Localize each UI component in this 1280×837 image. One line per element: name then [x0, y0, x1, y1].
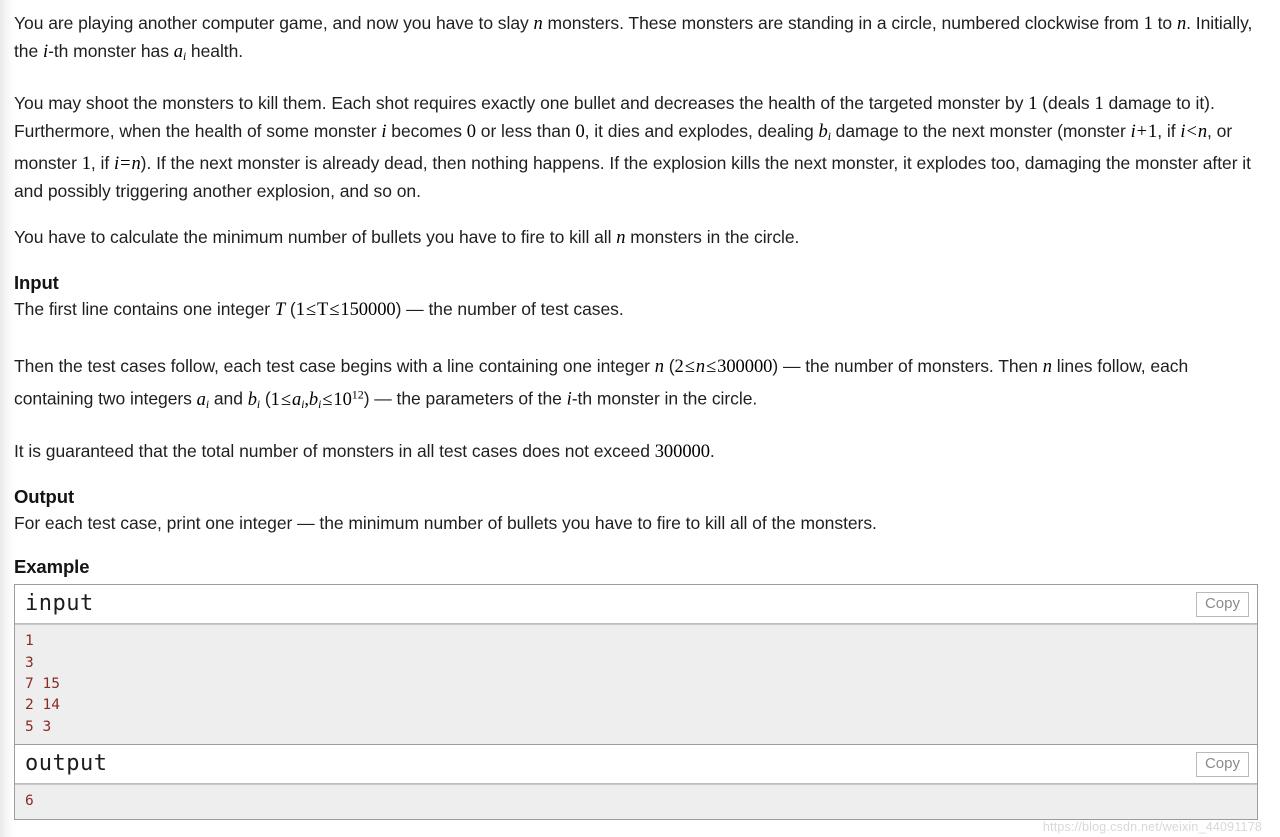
sample-input-header: input Copy	[15, 585, 1257, 625]
math-ab-range: 1≤ai,bi≤1012	[270, 386, 364, 411]
math-i: i	[566, 389, 572, 410]
math-n: n	[654, 357, 664, 378]
statement-paragraph-2: You may shoot the monsters to kill them.…	[14, 93, 1251, 201]
math-1: 1	[1028, 94, 1038, 115]
input-paragraph-3: It is guaranteed that the total number o…	[14, 441, 715, 463]
statement-paragraph-3: You have to calculate the minimum number…	[14, 227, 800, 249]
math-i-lt-n: i<n	[1180, 121, 1208, 142]
copy-output-button[interactable]: Copy	[1195, 752, 1249, 778]
math-i-eq-n: i=n	[113, 154, 141, 175]
sample-input-title: input	[25, 591, 94, 617]
sample-input-box: input Copy 1 3 7 15 2 14 5 3	[14, 584, 1258, 745]
math-1: 1	[81, 154, 91, 175]
sample-output-content: 6	[15, 784, 1257, 819]
csdn-watermark: https://blog.csdn.net/weixin_44091178	[1042, 820, 1262, 834]
input-heading: Input	[14, 271, 59, 293]
math-n: n	[1176, 14, 1187, 34]
output-paragraph: For each test case, print one integer — …	[14, 512, 877, 533]
math-b-i: bi	[247, 389, 261, 411]
math-a-i: ai	[196, 389, 210, 411]
math-T-range: 1≤T≤150000	[295, 299, 396, 320]
math-n: n	[1042, 357, 1052, 378]
math-i-plus-1: i+1	[1130, 121, 1158, 142]
sample-output-box: output Copy 6	[14, 744, 1258, 820]
sample-tests: input Copy 1 3 7 15 2 14 5 3 output Copy…	[14, 584, 1258, 820]
math-a-i: ai	[173, 41, 187, 63]
math-1: 1	[1143, 14, 1153, 34]
math-b-i: bi	[818, 121, 831, 143]
sample-output-header: output Copy	[15, 745, 1257, 785]
math-0: 0	[466, 121, 476, 142]
math-i: i	[43, 41, 49, 62]
math-n: n	[533, 14, 543, 34]
math-n-range: 2≤n≤300000	[674, 357, 773, 378]
math-T: T	[274, 299, 286, 320]
statement-paragraph-1: You are playing another computer game, a…	[14, 13, 1253, 63]
example-heading: Example	[14, 556, 90, 578]
math-n: n	[616, 228, 626, 249]
math-i: i	[381, 121, 387, 142]
math-300000: 300000	[654, 442, 710, 463]
math-1: 1	[1094, 94, 1104, 115]
input-paragraph-1: The first line contains one integer T (1…	[14, 298, 624, 320]
input-paragraph-2: Then the test cases follow, each test ca…	[14, 356, 1189, 411]
output-heading: Output	[14, 485, 75, 507]
problem-statement: You are playing another computer game, a…	[0, 0, 1280, 820]
sample-output-title: output	[25, 751, 108, 777]
sample-input-content: 1 3 7 15 2 14 5 3	[15, 624, 1257, 745]
math-0: 0	[575, 121, 585, 142]
copy-input-button[interactable]: Copy	[1195, 592, 1249, 618]
